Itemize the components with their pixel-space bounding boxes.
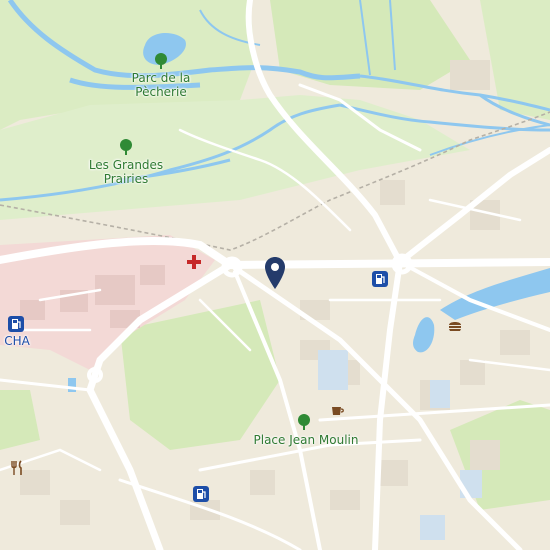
location-pin-icon[interactable] xyxy=(264,256,286,290)
park-tree-icon[interactable] xyxy=(295,413,313,431)
park-tree-icon[interactable] xyxy=(152,52,170,70)
park-tree-icon[interactable] xyxy=(117,138,135,156)
fuel-station-icon[interactable] xyxy=(7,315,25,333)
fuel-station-icon[interactable] xyxy=(371,270,389,288)
park-label-les-grandes-prairies: Les Grandes Prairies xyxy=(82,158,170,186)
fuel-label-cha: CHA xyxy=(4,334,30,348)
map-view[interactable]: Parc de la Pècherie Les Grandes Prairies… xyxy=(0,0,550,550)
park-label-line-1: Parc de la xyxy=(131,71,191,85)
fast-food-icon[interactable] xyxy=(447,318,463,334)
park-label-line-2: Prairies xyxy=(103,172,149,186)
park-label-line-1: Les Grandes xyxy=(88,158,164,172)
park-label-place-jean-moulin: Place Jean Moulin xyxy=(253,433,359,447)
restaurant-icon[interactable] xyxy=(10,460,26,476)
hospital-cross-icon[interactable] xyxy=(185,253,203,271)
cafe-icon[interactable] xyxy=(330,403,346,419)
park-label-line-2: Pècherie xyxy=(135,85,187,99)
pool-west xyxy=(68,378,76,392)
fuel-station-icon[interactable] xyxy=(192,485,210,503)
park-label-parc-de-la-pecherie: Parc de la Pècherie xyxy=(125,71,197,99)
